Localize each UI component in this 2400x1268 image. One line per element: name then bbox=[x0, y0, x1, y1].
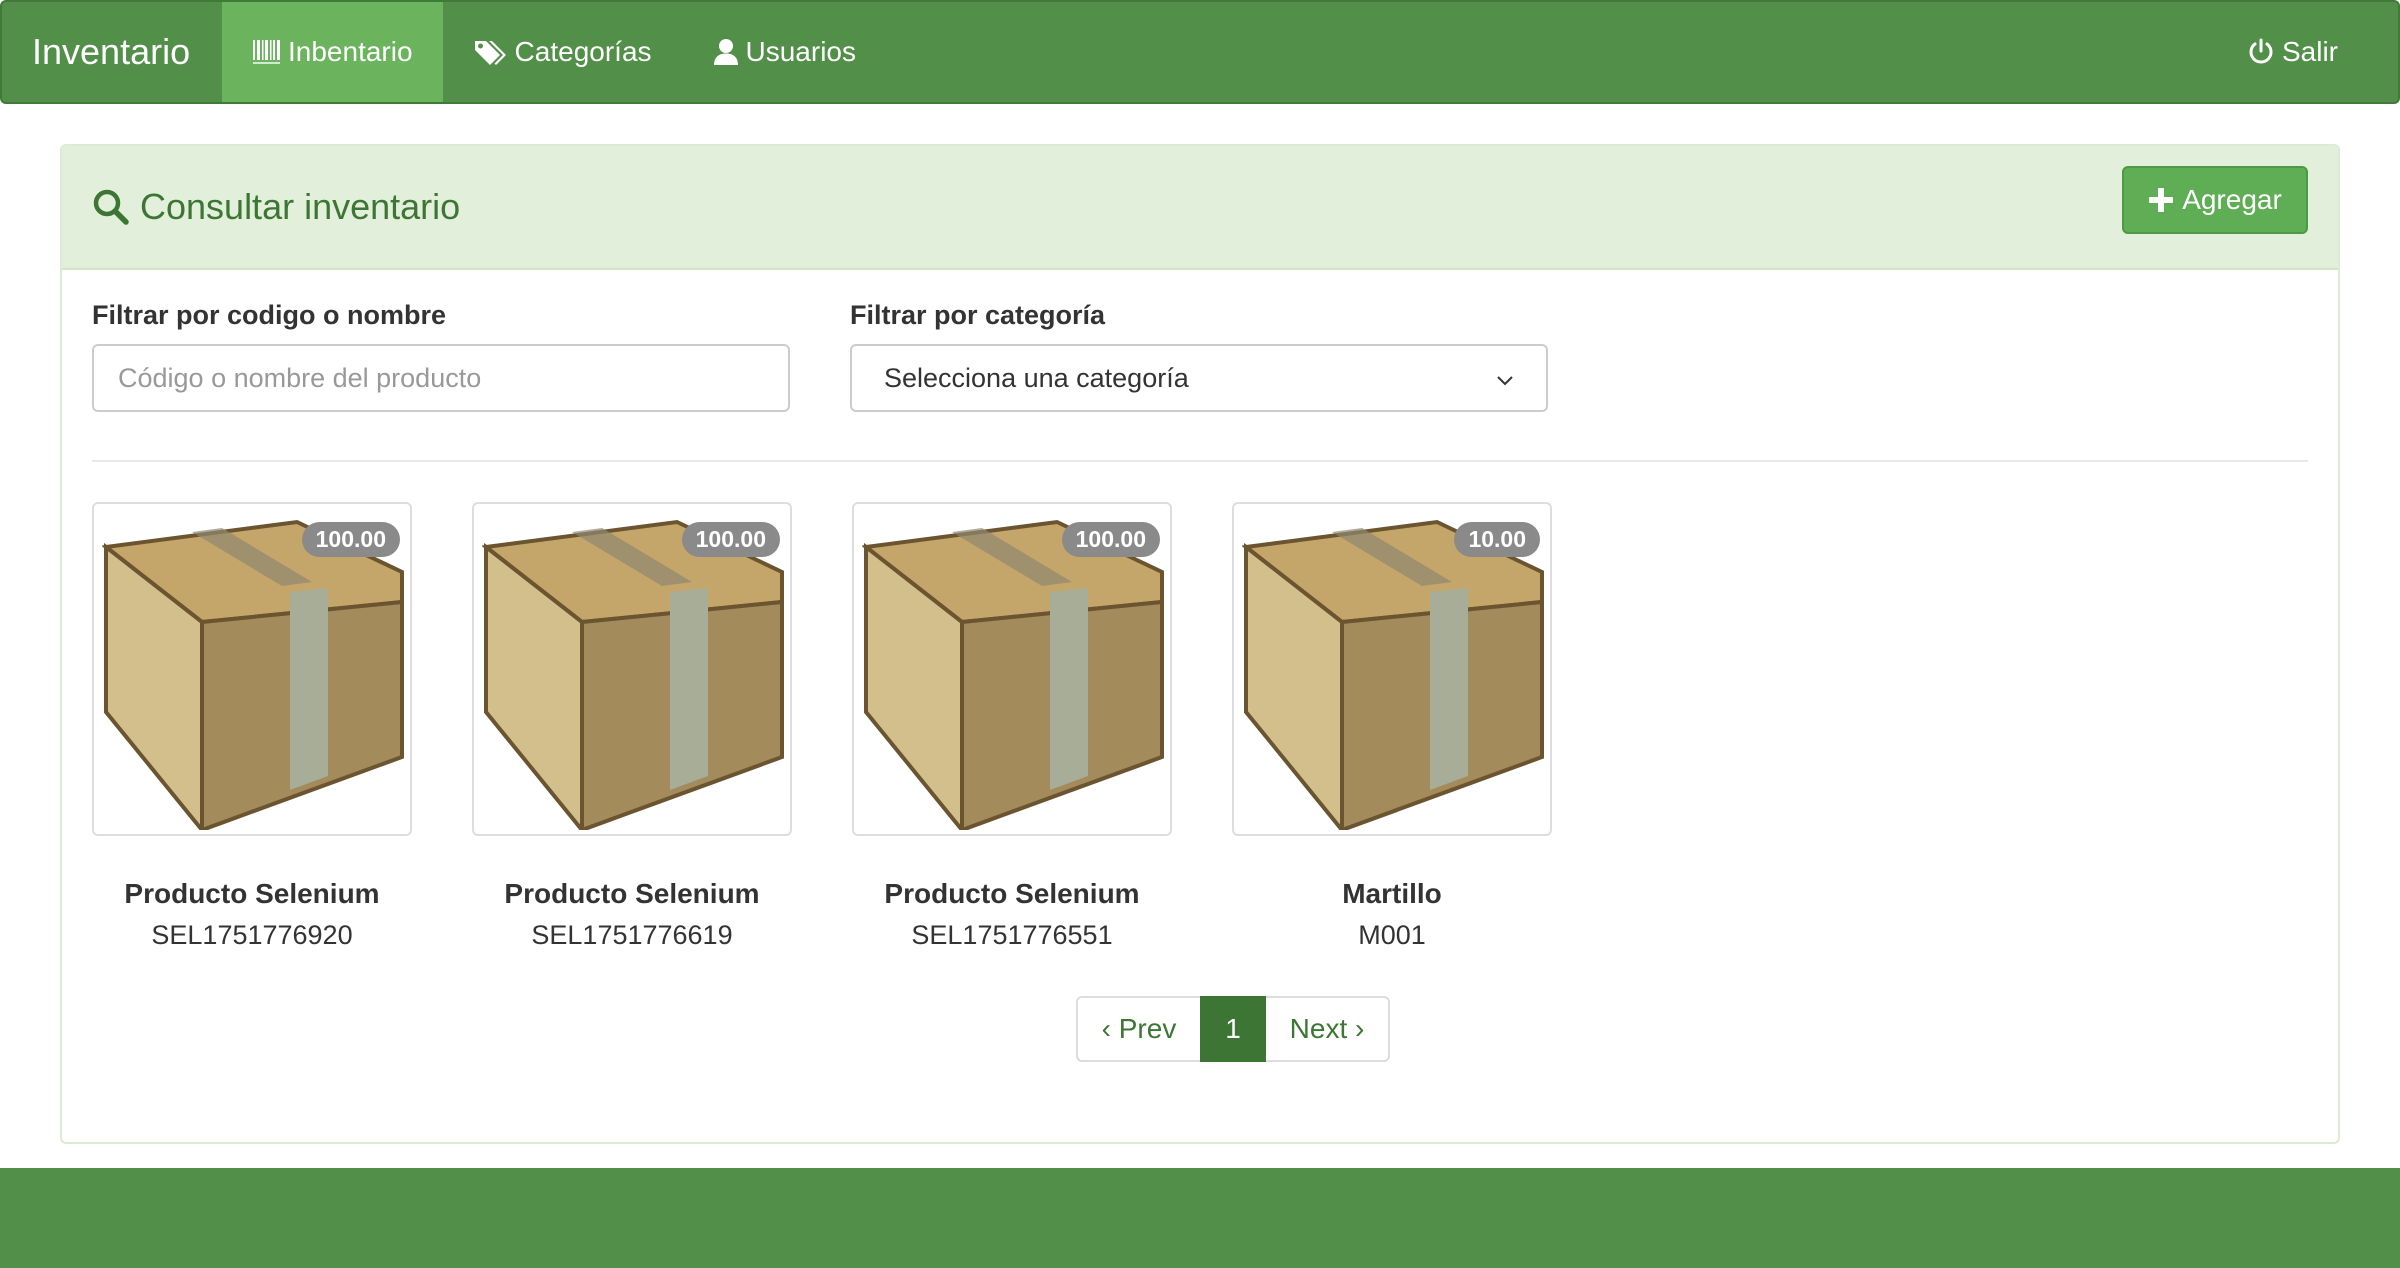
inventory-panel: Consultar inventario Agregar Filtrar por… bbox=[60, 144, 2340, 1144]
plus-icon bbox=[2148, 187, 2174, 213]
product-thumbnail: 10.00 bbox=[1232, 502, 1552, 836]
next-page-button[interactable]: Next › bbox=[1266, 996, 1390, 1062]
nav-item-usuarios[interactable]: Usuarios bbox=[682, 2, 886, 102]
page-title-text: Consultar inventario bbox=[140, 186, 461, 227]
barcode-icon bbox=[252, 38, 282, 66]
search-input[interactable] bbox=[92, 344, 790, 412]
product-thumbnail: 100.00 bbox=[852, 502, 1172, 836]
category-select[interactable]: Selecciona una categoría bbox=[850, 344, 1548, 412]
panel-heading: Consultar inventario Agregar bbox=[62, 146, 2338, 270]
top-navbar: Inventario Inbentario Categorías Usuario… bbox=[0, 0, 2400, 104]
logout-label: Salir bbox=[2281, 36, 2338, 67]
box-icon bbox=[482, 519, 784, 830]
category-select-value: Selecciona una categoría bbox=[884, 362, 1189, 393]
product-card[interactable]: 100.00 Producto Selenium SEL1751776619 bbox=[472, 502, 792, 951]
product-grid: 100.00 Producto Selenium SEL1751776920 1… bbox=[92, 502, 1552, 951]
nav-item-label: Usuarios bbox=[745, 36, 856, 67]
box-icon bbox=[862, 519, 1164, 830]
category-filter-label: Filtrar por categoría bbox=[850, 300, 1106, 330]
product-name: Producto Selenium bbox=[124, 878, 380, 909]
nav-item-categorias[interactable]: Categorías bbox=[443, 2, 682, 102]
pagination: ‹ Prev 1 Next › bbox=[1076, 996, 1390, 1062]
product-code: M001 bbox=[1358, 920, 1426, 950]
add-button-label: Agregar bbox=[2182, 184, 2282, 215]
nav-item-label: Inbentario bbox=[288, 36, 413, 67]
product-thumbnail: 100.00 bbox=[472, 502, 792, 836]
product-thumbnail: 100.00 bbox=[92, 502, 412, 836]
product-name: Producto Selenium bbox=[504, 878, 760, 909]
nav-item-inventario[interactable]: Inbentario bbox=[222, 2, 443, 102]
product-card[interactable]: 100.00 Producto Selenium SEL1751776551 bbox=[852, 502, 1172, 951]
user-icon bbox=[712, 38, 740, 66]
tags-icon bbox=[473, 38, 509, 66]
page-number-current[interactable]: 1 bbox=[1200, 996, 1266, 1062]
divider bbox=[92, 460, 2308, 462]
nav-item-label: Categorías bbox=[514, 36, 652, 67]
chevron-down-icon bbox=[1496, 363, 1514, 394]
footer-bar bbox=[0, 1168, 2400, 1268]
name-filter-label: Filtrar por codigo o nombre bbox=[92, 300, 447, 330]
logout-button[interactable]: Salir bbox=[2216, 2, 2398, 102]
add-product-button[interactable]: Agregar bbox=[2122, 166, 2308, 234]
product-code: SEL1751776619 bbox=[531, 920, 733, 950]
power-icon bbox=[2246, 37, 2276, 67]
quantity-badge: 100.00 bbox=[301, 522, 400, 557]
name-filter-group: Filtrar por codigo o nombre bbox=[92, 300, 790, 412]
filters-row: Filtrar por codigo o nombre Filtrar por … bbox=[92, 300, 2308, 412]
quantity-badge: 10.00 bbox=[1454, 522, 1540, 557]
brand-title[interactable]: Inventario bbox=[2, 2, 222, 102]
product-card[interactable]: 10.00 Martillo M001 bbox=[1232, 502, 1552, 951]
product-code: SEL1751776920 bbox=[151, 920, 353, 950]
product-name: Martillo bbox=[1342, 878, 1442, 909]
prev-page-button[interactable]: ‹ Prev bbox=[1076, 996, 1200, 1062]
product-card[interactable]: 100.00 Producto Selenium SEL1751776920 bbox=[92, 502, 412, 951]
category-filter-group: Filtrar por categoría Selecciona una cat… bbox=[850, 300, 1548, 412]
box-icon bbox=[1242, 519, 1544, 830]
search-icon bbox=[92, 188, 130, 226]
panel-body: Filtrar por codigo o nombre Filtrar por … bbox=[62, 270, 2338, 442]
quantity-badge: 100.00 bbox=[681, 522, 780, 557]
product-code: SEL1751776551 bbox=[911, 920, 1113, 950]
box-icon bbox=[102, 519, 404, 830]
product-name: Producto Selenium bbox=[884, 878, 1140, 909]
quantity-badge: 100.00 bbox=[1061, 522, 1160, 557]
page-title: Consultar inventario bbox=[92, 186, 460, 228]
